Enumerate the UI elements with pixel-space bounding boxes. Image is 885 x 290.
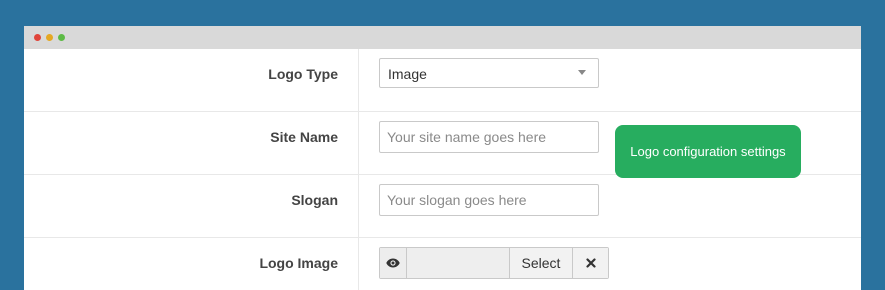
site-name-label: Site Name: [270, 129, 338, 145]
label-column: Slogan: [24, 175, 359, 237]
select-image-button[interactable]: Select: [510, 248, 573, 278]
label-column: Site Name: [24, 112, 359, 174]
minimize-window-dot[interactable]: [46, 34, 53, 41]
logo-settings-tooltip: Logo configuration settings: [615, 125, 801, 178]
logo-image-media-field: Select: [379, 247, 609, 279]
clear-image-button[interactable]: [573, 248, 608, 278]
logo-type-selected-value: Image: [388, 66, 427, 82]
close-window-dot[interactable]: [34, 34, 41, 41]
eye-icon: [386, 258, 400, 268]
chevron-down-icon: [578, 70, 586, 75]
label-column: Logo Image: [24, 238, 359, 290]
label-column: Logo Type: [24, 49, 359, 111]
slogan-control: [379, 184, 599, 216]
close-icon: [585, 258, 596, 268]
browser-window: Logo Type Image Site Name Slogan: [24, 26, 861, 290]
maximize-window-dot[interactable]: [58, 34, 65, 41]
logo-type-row: Logo Type Image: [24, 49, 861, 112]
site-name-input[interactable]: [379, 121, 599, 153]
slogan-label: Slogan: [291, 192, 338, 208]
logo-image-path-field[interactable]: [407, 248, 510, 278]
logo-image-label: Logo Image: [259, 255, 338, 271]
logo-image-control: Select: [379, 247, 609, 279]
logo-type-label: Logo Type: [268, 66, 338, 82]
site-name-control: [379, 121, 599, 153]
slogan-row: Slogan: [24, 175, 861, 238]
logo-image-row: Logo Image Select: [24, 238, 861, 290]
window-titlebar: [24, 26, 861, 49]
logo-type-select[interactable]: Image: [379, 58, 599, 88]
preview-button[interactable]: [380, 248, 407, 278]
logo-type-control: Image: [379, 58, 599, 88]
slogan-input[interactable]: [379, 184, 599, 216]
